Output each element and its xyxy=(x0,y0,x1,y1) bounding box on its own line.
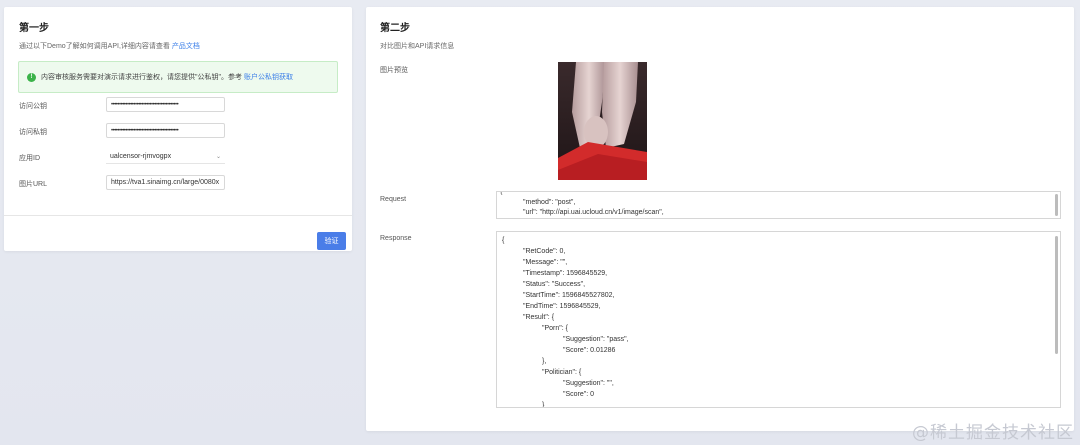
product-docs-link[interactable]: 产品文档 xyxy=(172,43,200,50)
response-line: } xyxy=(542,402,545,408)
response-label: Response xyxy=(380,235,412,242)
auth-alert: ! 内容审核服务需要对演示请求进行鉴权，请您提供"公私钥"。参考 账户公私钥获取 xyxy=(18,61,338,93)
response-line: "Politician": { xyxy=(542,369,582,376)
response-line: "Result": { xyxy=(523,314,555,321)
image-url-label: 图片URL xyxy=(19,181,48,188)
response-line: "StartTime": 1596845527802, xyxy=(523,292,615,299)
step-one-description: 通过以下Demo了解如何调用API,详细内容请查看 产品文档 xyxy=(19,41,200,51)
request-line: "method": "post", xyxy=(523,199,576,206)
response-line: "RetCode": 0, xyxy=(523,248,566,255)
preview-label: 图片预览 xyxy=(380,67,408,74)
response-textarea[interactable]: { "RetCode": 0, "Message": "", "Timestam… xyxy=(496,231,1061,408)
request-line: "url": "http://api.uai.ucloud.cn/v1/imag… xyxy=(523,209,664,216)
private-key-input[interactable]: ••••••••••••••••••••••••••••••••••••••••… xyxy=(106,123,225,138)
app-id-value: ualcensor-rjmvogpx xyxy=(110,152,172,160)
request-scrollbar[interactable] xyxy=(1055,194,1058,216)
image-url-input[interactable]: https://tva1.sinaimg.cn/large/0080x xyxy=(106,175,225,190)
private-key-label: 访问私钥 xyxy=(19,129,47,136)
step-two-title: 第二步 xyxy=(380,23,410,34)
app-id-select[interactable]: ualcensor-rjmvogpx ⌄ xyxy=(106,149,225,164)
key-help-link[interactable]: 账户公私钥获取 xyxy=(244,72,293,82)
info-icon: ! xyxy=(27,72,36,82)
request-textarea[interactable]: { "method": "post", "url": "http://api.u… xyxy=(496,191,1061,219)
image-preview xyxy=(558,62,647,180)
response-line: { xyxy=(502,237,505,244)
response-line: "Suggestion": "", xyxy=(563,380,614,387)
public-key-label: 访问公钥 xyxy=(19,103,47,110)
request-line: { xyxy=(500,191,503,195)
step-two-panel: 第二步 对比图片和API请求信息 图片预览 Request { "method"… xyxy=(366,7,1074,431)
request-label: Request xyxy=(380,196,407,203)
divider xyxy=(4,215,352,216)
step-one-title: 第一步 xyxy=(19,23,49,34)
response-line: "Timestamp": 1596845529, xyxy=(523,270,608,277)
response-line: "Suggestion": "pass", xyxy=(563,336,629,343)
step-two-description: 对比图片和API请求信息 xyxy=(380,43,455,50)
response-line: "Message": "", xyxy=(523,259,568,266)
response-line: }, xyxy=(542,358,547,365)
response-line: "Porn": { xyxy=(542,325,568,332)
alert-text: 内容审核服务需要对演示请求进行鉴权，请您提供"公私钥"。参考 xyxy=(41,74,242,81)
response-line: "EndTime": 1596845529, xyxy=(523,303,601,310)
app-id-label: 应用ID xyxy=(19,155,40,162)
verify-button[interactable]: 验证 xyxy=(317,232,346,250)
watermark: @稀土掘金技术社区 xyxy=(912,423,1074,443)
response-line: "Status": "Success", xyxy=(523,281,586,288)
response-line: "Score": 0 xyxy=(563,391,595,398)
chevron-down-icon: ⌄ xyxy=(215,153,221,160)
step-one-desc-text: 通过以下Demo了解如何调用API,详细内容请查看 xyxy=(19,43,170,50)
response-line: "Score": 0.01286 xyxy=(563,347,616,354)
response-scrollbar[interactable] xyxy=(1055,236,1058,354)
step-one-panel: 第一步 通过以下Demo了解如何调用API,详细内容请查看 产品文档 ! 内容审… xyxy=(4,7,352,251)
public-key-input[interactable]: ••••••••••••••••••••••••••••••••••••••••… xyxy=(106,97,225,112)
